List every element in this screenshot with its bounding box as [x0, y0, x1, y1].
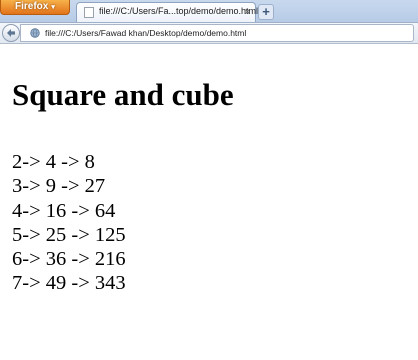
back-arrow-icon: [7, 29, 15, 37]
page-title: Square and cube: [12, 77, 234, 112]
list-item: 7-> 49 -> 343: [12, 272, 126, 295]
close-icon[interactable]: ×: [242, 7, 253, 18]
new-tab-button[interactable]: +: [258, 4, 274, 20]
tab-demo-html[interactable]: file:///C:/Users/Fa...top/demo/demo.html…: [76, 2, 259, 22]
tab-title: file:///C:/Users/Fa...top/demo/demo.html: [99, 6, 259, 16]
chevron-down-icon: ▾: [51, 4, 55, 11]
page-icon: [84, 7, 94, 18]
page-content: Square and cube 2-> 4 -> 8 3-> 9 -> 27 4…: [0, 44, 418, 360]
list-item: 2-> 4 -> 8: [12, 151, 95, 173]
globe-icon: [30, 28, 40, 38]
firefox-menu-button[interactable]: Firefox ▾: [0, 0, 70, 15]
list-item: 4-> 16 -> 64: [12, 199, 116, 222]
navigation-bar: file:///C:/Users/Fawad khan/Desktop/demo…: [0, 22, 418, 44]
square-cube-list: 2-> 4 -> 8 3-> 9 -> 27 4-> 16 -> 64 5-> …: [12, 150, 126, 296]
list-item: 3-> 9 -> 27: [12, 175, 106, 198]
list-item: 5-> 25 -> 125: [12, 223, 126, 246]
url-text: file:///C:/Users/Fawad khan/Desktop/demo…: [45, 28, 247, 38]
firefox-menu-label: Firefox: [15, 1, 49, 12]
back-button[interactable]: [2, 24, 20, 42]
address-bar[interactable]: file:///C:/Users/Fawad khan/Desktop/demo…: [20, 24, 414, 42]
tab-strip: Firefox ▾ file:///C:/Users/Fa...top/demo/…: [0, 0, 418, 22]
list-item: 6-> 36 -> 216: [12, 248, 126, 271]
